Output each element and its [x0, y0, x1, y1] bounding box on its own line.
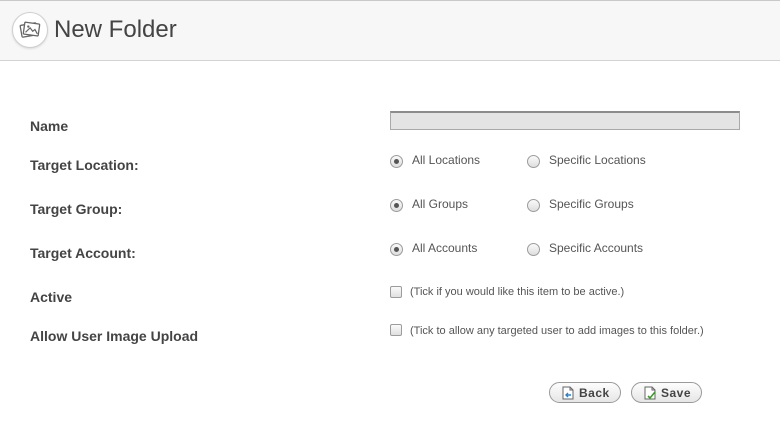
radio-all-groups[interactable]	[390, 199, 403, 212]
target-group-label: Target Group:	[30, 201, 123, 217]
back-button-label: Back	[579, 386, 610, 400]
option-all-groups-label: All Groups	[412, 197, 469, 211]
active-hint: (Tick if you would like this item to be …	[410, 286, 625, 298]
allow-upload-hint: (Tick to allow any targeted user to add …	[410, 325, 704, 337]
option-all-locations-label: All Locations	[412, 153, 481, 167]
save-button-label: Save	[661, 386, 692, 400]
back-button[interactable]: Back	[549, 382, 621, 403]
save-page-icon	[643, 386, 657, 403]
option-specific-groups-label: Specific Groups	[549, 197, 634, 211]
radio-all-locations[interactable]	[390, 155, 403, 168]
allow-upload-label: Allow User Image Upload	[30, 328, 199, 344]
name-input[interactable]	[390, 111, 740, 130]
gallery-icon	[12, 12, 48, 48]
radio-specific-accounts[interactable]	[527, 243, 540, 256]
allow-upload-checkbox[interactable]	[390, 324, 402, 336]
radio-specific-groups[interactable]	[527, 199, 540, 212]
radio-all-accounts[interactable]	[390, 243, 403, 256]
target-location-label: Target Location:	[30, 157, 139, 173]
page-header: New Folder	[0, 1, 780, 61]
radio-specific-locations[interactable]	[527, 155, 540, 168]
option-specific-accounts-label: Specific Accounts	[549, 241, 644, 255]
option-specific-locations-label: Specific Locations	[549, 153, 646, 167]
active-checkbox[interactable]	[390, 286, 402, 298]
page-title: New Folder	[54, 16, 177, 43]
option-all-accounts-label: All Accounts	[412, 241, 478, 255]
back-page-icon	[561, 386, 575, 403]
target-account-label: Target Account:	[30, 245, 136, 261]
active-label: Active	[30, 289, 73, 305]
name-label: Name	[30, 118, 69, 134]
save-button[interactable]: Save	[631, 382, 702, 403]
